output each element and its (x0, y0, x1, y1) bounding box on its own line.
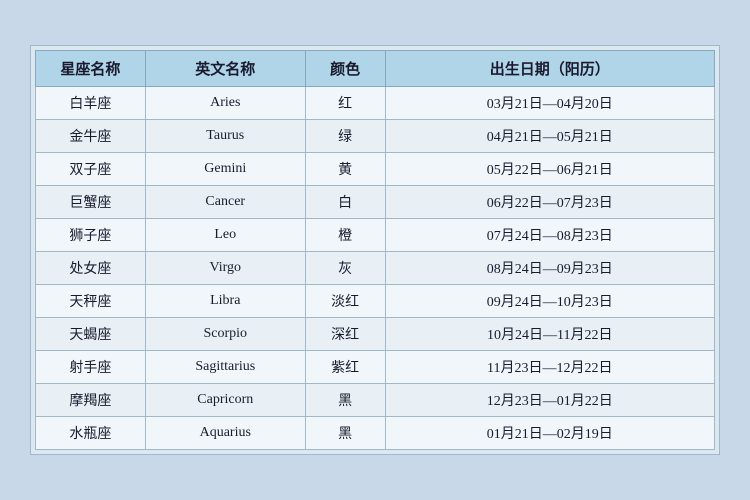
table-row: 巨蟹座Cancer白06月22日—07月23日 (36, 186, 715, 219)
table-row: 处女座Virgo灰08月24日—09月23日 (36, 252, 715, 285)
cell-cn: 狮子座 (36, 219, 146, 252)
cell-cn: 处女座 (36, 252, 146, 285)
header-color: 颜色 (305, 51, 385, 87)
cell-en: Aries (145, 87, 305, 120)
cell-cn: 天秤座 (36, 285, 146, 318)
cell-color: 深红 (305, 318, 385, 351)
cell-en: Virgo (145, 252, 305, 285)
cell-date: 08月24日—09月23日 (385, 252, 714, 285)
cell-en: Leo (145, 219, 305, 252)
cell-color: 黑 (305, 384, 385, 417)
cell-date: 12月23日—01月22日 (385, 384, 714, 417)
cell-date: 05月22日—06月21日 (385, 153, 714, 186)
cell-color: 绿 (305, 120, 385, 153)
cell-date: 03月21日—04月20日 (385, 87, 714, 120)
header-date: 出生日期（阳历） (385, 51, 714, 87)
table-row: 狮子座Leo橙07月24日—08月23日 (36, 219, 715, 252)
cell-cn: 射手座 (36, 351, 146, 384)
table-row: 白羊座Aries红03月21日—04月20日 (36, 87, 715, 120)
cell-en: Scorpio (145, 318, 305, 351)
cell-en: Sagittarius (145, 351, 305, 384)
cell-en: Capricorn (145, 384, 305, 417)
cell-color: 淡红 (305, 285, 385, 318)
cell-date: 01月21日—02月19日 (385, 417, 714, 450)
header-cn: 星座名称 (36, 51, 146, 87)
table-row: 天蝎座Scorpio深红10月24日—11月22日 (36, 318, 715, 351)
cell-cn: 双子座 (36, 153, 146, 186)
cell-date: 06月22日—07月23日 (385, 186, 714, 219)
cell-cn: 水瓶座 (36, 417, 146, 450)
cell-en: Taurus (145, 120, 305, 153)
cell-en: Libra (145, 285, 305, 318)
table-body: 白羊座Aries红03月21日—04月20日金牛座Taurus绿04月21日—0… (36, 87, 715, 450)
cell-date: 09月24日—10月23日 (385, 285, 714, 318)
table-row: 水瓶座Aquarius黑01月21日—02月19日 (36, 417, 715, 450)
zodiac-table-container: 星座名称 英文名称 颜色 出生日期（阳历） 白羊座Aries红03月21日—04… (30, 45, 720, 455)
cell-cn: 摩羯座 (36, 384, 146, 417)
cell-date: 04月21日—05月21日 (385, 120, 714, 153)
table-row: 摩羯座Capricorn黑12月23日—01月22日 (36, 384, 715, 417)
table-header-row: 星座名称 英文名称 颜色 出生日期（阳历） (36, 51, 715, 87)
cell-color: 红 (305, 87, 385, 120)
cell-en: Aquarius (145, 417, 305, 450)
table-row: 天秤座Libra淡红09月24日—10月23日 (36, 285, 715, 318)
cell-color: 橙 (305, 219, 385, 252)
cell-date: 11月23日—12月22日 (385, 351, 714, 384)
cell-color: 白 (305, 186, 385, 219)
table-row: 双子座Gemini黄05月22日—06月21日 (36, 153, 715, 186)
cell-color: 黄 (305, 153, 385, 186)
zodiac-table: 星座名称 英文名称 颜色 出生日期（阳历） 白羊座Aries红03月21日—04… (35, 50, 715, 450)
header-en: 英文名称 (145, 51, 305, 87)
cell-date: 07月24日—08月23日 (385, 219, 714, 252)
cell-date: 10月24日—11月22日 (385, 318, 714, 351)
cell-cn: 白羊座 (36, 87, 146, 120)
cell-en: Cancer (145, 186, 305, 219)
cell-color: 黑 (305, 417, 385, 450)
table-row: 射手座Sagittarius紫红11月23日—12月22日 (36, 351, 715, 384)
cell-color: 灰 (305, 252, 385, 285)
cell-color: 紫红 (305, 351, 385, 384)
cell-cn: 天蝎座 (36, 318, 146, 351)
table-row: 金牛座Taurus绿04月21日—05月21日 (36, 120, 715, 153)
cell-cn: 巨蟹座 (36, 186, 146, 219)
cell-cn: 金牛座 (36, 120, 146, 153)
cell-en: Gemini (145, 153, 305, 186)
